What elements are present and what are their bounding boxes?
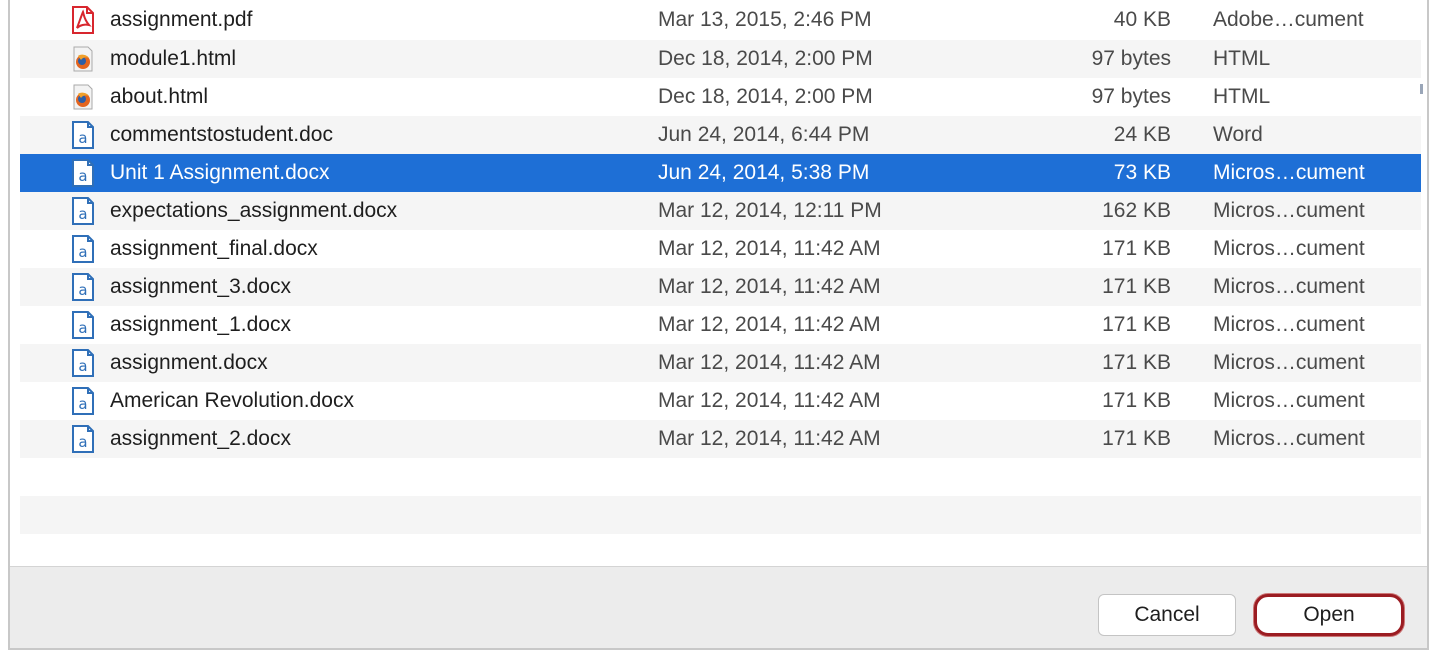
file-date-modified: Dec 18, 2014, 2:00 PM	[658, 85, 873, 108]
file-size: 171 KB	[1102, 237, 1171, 260]
document-icon: a	[70, 197, 96, 225]
file-row[interactable]: a assignment.docx Mar 12, 2014, 11:42 AM 17…	[20, 344, 1421, 382]
file-date-modified: Jun 24, 2014, 6:44 PM	[658, 123, 870, 146]
file-name: assignment_2.docx	[110, 427, 291, 450]
file-date-modified: Mar 12, 2014, 12:11 PM	[658, 199, 882, 222]
file-name: assignment_final.docx	[110, 237, 318, 260]
file-size: 171 KB	[1102, 351, 1171, 374]
svg-text:a: a	[78, 395, 87, 413]
file-kind: Micros…cument	[1213, 427, 1365, 450]
file-row[interactable]: module1.html Dec 18, 2014, 2:00 PM 97 byte…	[20, 40, 1421, 78]
file-row[interactable]: assignment.pdf Mar 13, 2015, 2:46 PM 40 KB…	[20, 0, 1421, 40]
file-name: expectations_assignment.docx	[110, 199, 398, 222]
file-date-modified: Mar 12, 2014, 11:42 AM	[658, 237, 881, 260]
file-kind: Micros…cument	[1213, 389, 1365, 412]
file-size: 162 KB	[1102, 199, 1171, 222]
svg-text:a: a	[78, 243, 87, 261]
file-date-modified: Mar 12, 2014, 11:42 AM	[658, 275, 881, 298]
file-kind: Micros…cument	[1213, 313, 1365, 336]
file-dialog: assignment.pdf Mar 13, 2015, 2:46 PM 40 KB…	[8, 0, 1429, 650]
file-date-modified: Jun 24, 2014, 5:38 PM	[658, 161, 870, 184]
file-name: American Revolution.docx	[110, 389, 354, 412]
file-row[interactable]: a American Revolution.docx Mar 12, 2014, 1…	[20, 382, 1421, 420]
svg-text:a: a	[78, 205, 87, 223]
file-kind: HTML	[1213, 85, 1271, 108]
document-icon: a	[70, 387, 96, 415]
html-icon	[70, 45, 96, 73]
file-row[interactable]: a assignment_1.docx Mar 12, 2014, 11:42 AM…	[20, 306, 1421, 344]
file-name: module1.html	[110, 47, 237, 70]
file-size: 171 KB	[1102, 275, 1171, 298]
empty-row	[20, 458, 1421, 496]
file-date-modified: Mar 13, 2015, 2:46 PM	[658, 8, 872, 31]
file-row[interactable]: a Unit 1 Assignment.docx Jun 24, 2014, 5:3…	[20, 154, 1421, 192]
cancel-button[interactable]: Cancel	[1098, 594, 1236, 636]
file-size: 171 KB	[1102, 389, 1171, 412]
document-icon: a	[70, 273, 96, 301]
file-kind: Micros…cument	[1213, 275, 1365, 298]
html-icon	[70, 83, 96, 111]
document-icon: a	[70, 235, 96, 263]
file-name: commentstostudent.doc	[110, 123, 333, 146]
file-row[interactable]: a assignment_2.docx Mar 12, 2014, 11:42 AM…	[20, 420, 1421, 458]
file-size: 97 bytes	[1091, 47, 1171, 70]
file-name: assignment_3.docx	[110, 275, 291, 298]
file-kind: Micros…cument	[1213, 161, 1365, 184]
pdf-icon	[70, 6, 96, 34]
file-kind: HTML	[1213, 47, 1271, 70]
file-kind: Adobe…cument	[1213, 8, 1364, 31]
file-row[interactable]: a assignment_final.docx Mar 12, 2014, 11:4…	[20, 230, 1421, 268]
file-size: 97 bytes	[1091, 85, 1171, 108]
file-kind: Word	[1213, 123, 1263, 146]
svg-text:a: a	[78, 319, 87, 337]
file-kind: Micros…cument	[1213, 351, 1365, 374]
file-date-modified: Mar 12, 2014, 11:42 AM	[658, 389, 881, 412]
file-name: Unit 1 Assignment.docx	[110, 161, 330, 184]
file-kind: Micros…cument	[1213, 199, 1365, 222]
file-name: assignment.docx	[110, 351, 268, 374]
empty-row	[20, 496, 1421, 534]
file-date-modified: Mar 12, 2014, 11:42 AM	[658, 351, 881, 374]
file-row[interactable]: a commentstostudent.doc Jun 24, 2014, 6:44…	[20, 116, 1421, 154]
file-size: 40 KB	[1113, 8, 1171, 31]
svg-text:a: a	[78, 167, 87, 185]
file-list: assignment.pdf Mar 13, 2015, 2:46 PM 40 KB…	[20, 0, 1421, 566]
file-rows: assignment.pdf Mar 13, 2015, 2:46 PM 40 KB…	[20, 0, 1421, 458]
svg-text:a: a	[78, 433, 87, 451]
file-date-modified: Mar 12, 2014, 11:42 AM	[658, 427, 881, 450]
open-button[interactable]: Open	[1254, 594, 1404, 636]
document-icon: a	[70, 425, 96, 453]
file-name: about.html	[110, 85, 209, 108]
document-icon: a	[70, 349, 96, 377]
file-row[interactable]: a assignment_3.docx Mar 12, 2014, 11:42 AM…	[20, 268, 1421, 306]
file-size: 171 KB	[1102, 427, 1171, 450]
dialog-footer: Cancel Open	[10, 566, 1427, 648]
file-kind: Micros…cument	[1213, 237, 1365, 260]
svg-text:a: a	[78, 357, 87, 375]
scrollbar-indicator[interactable]	[1420, 84, 1423, 94]
document-icon: a	[70, 121, 96, 149]
file-date-modified: Mar 12, 2014, 11:42 AM	[658, 313, 881, 336]
document-icon: a	[70, 159, 96, 187]
file-size: 171 KB	[1102, 313, 1171, 336]
svg-text:a: a	[78, 281, 87, 299]
file-size: 24 KB	[1113, 123, 1171, 146]
file-size: 73 KB	[1113, 161, 1171, 184]
file-row[interactable]: about.html Dec 18, 2014, 2:00 PM 97 bytes H…	[20, 78, 1421, 116]
file-date-modified: Dec 18, 2014, 2:00 PM	[658, 47, 873, 70]
file-row[interactable]: a expectations_assignment.docx Mar 12, 201…	[20, 192, 1421, 230]
document-icon: a	[70, 311, 96, 339]
file-name: assignment.pdf	[110, 8, 253, 31]
svg-text:a: a	[78, 129, 87, 147]
file-name: assignment_1.docx	[110, 313, 291, 336]
